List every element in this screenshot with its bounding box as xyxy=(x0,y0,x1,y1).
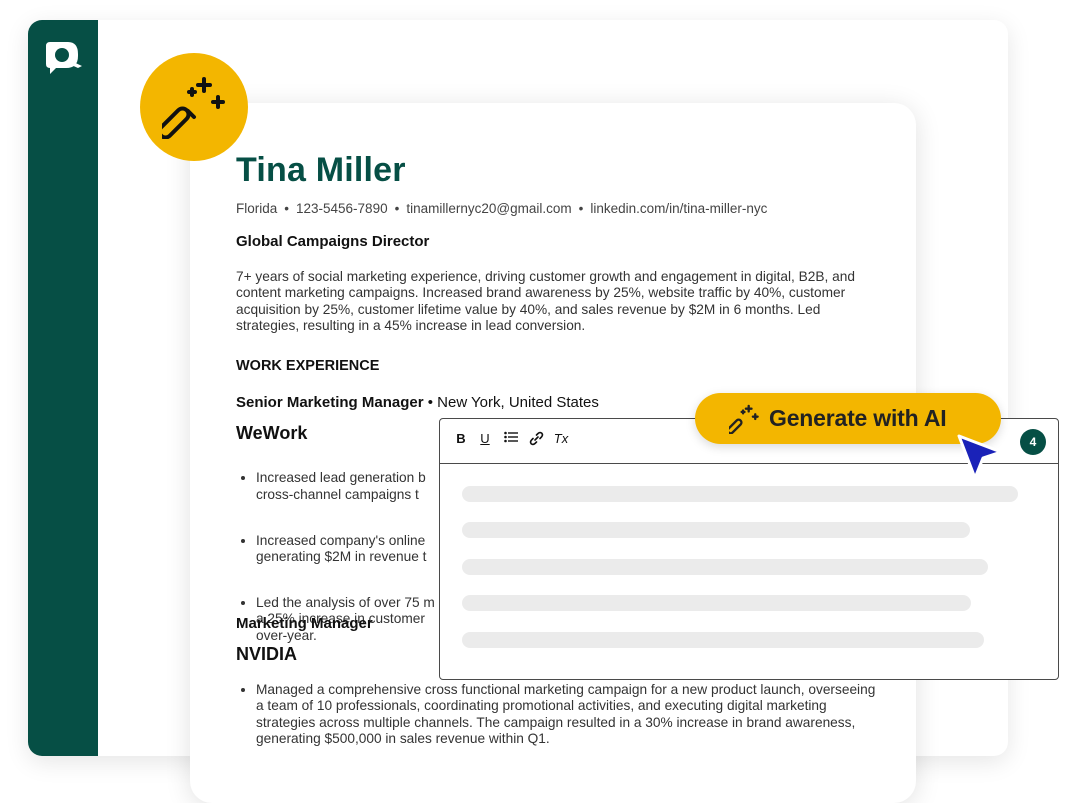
contact-separator: • xyxy=(578,201,584,216)
list-item: Increased lead generation b cross-channe… xyxy=(256,470,452,503)
brand-logo-icon[interactable] xyxy=(42,40,86,76)
contact-email: tinamillernyc20@gmail.com xyxy=(406,201,572,216)
list-item: Increased company's online generating $2… xyxy=(256,533,452,566)
magic-wand-icon xyxy=(162,77,225,139)
job1-heading: Senior Marketing Manager • New York, Uni… xyxy=(236,394,599,411)
link-icon xyxy=(529,431,543,446)
job1-location: New York, United States xyxy=(437,394,599,411)
job1-company: WeWork xyxy=(236,423,308,443)
link-button[interactable] xyxy=(526,431,546,449)
job2-company: NVIDIA xyxy=(236,644,298,664)
contact-separator: • xyxy=(394,201,400,216)
sidebar xyxy=(28,20,98,756)
contact-separator: • xyxy=(284,201,289,216)
list-button[interactable] xyxy=(501,431,521,446)
job1-role: Senior Marketing Manager xyxy=(236,394,424,411)
loading-skeleton-line xyxy=(462,595,971,611)
job2-bullets: Managed a comprehensive cross functional… xyxy=(242,682,881,761)
job1-bullets: Increased lead generation b cross-channe… xyxy=(242,454,452,674)
loading-skeleton-line xyxy=(462,522,970,538)
job2-role: Marketing Manager xyxy=(236,615,373,632)
job1-separator: • xyxy=(423,394,438,411)
magic-wand-icon xyxy=(729,404,759,434)
contact-phone: 123-5456-7890 xyxy=(296,201,388,216)
resume-job-title: Global Campaigns Director xyxy=(236,233,430,250)
list-icon xyxy=(504,431,518,443)
contact-linkedin: linkedin.com/in/tina-miller-nyc xyxy=(590,201,768,216)
magic-wand-badge xyxy=(140,53,248,161)
loading-skeleton-line xyxy=(462,632,984,648)
underline-button[interactable]: U xyxy=(475,431,495,446)
loading-skeleton-line xyxy=(462,486,1018,502)
bold-button[interactable]: B xyxy=(451,431,471,446)
loading-skeleton-line xyxy=(462,559,988,575)
resume-name: Tina Miller xyxy=(236,151,406,189)
clear-format-button[interactable]: Tx xyxy=(551,431,571,446)
resume-contact-line: Florida • 123-5456-7890 • tinamillernyc20@gm… xyxy=(236,201,767,216)
count-badge: 4 xyxy=(1020,429,1046,455)
mouse-cursor-icon xyxy=(957,434,1003,480)
generate-with-ai-label: Generate with AI xyxy=(769,405,947,431)
contact-location: Florida xyxy=(236,201,278,216)
work-experience-heading: WORK EXPERIENCE xyxy=(236,358,380,374)
list-item: Managed a comprehensive cross functional… xyxy=(256,682,881,747)
resume-summary: 7+ years of social marketing experience,… xyxy=(236,269,855,333)
